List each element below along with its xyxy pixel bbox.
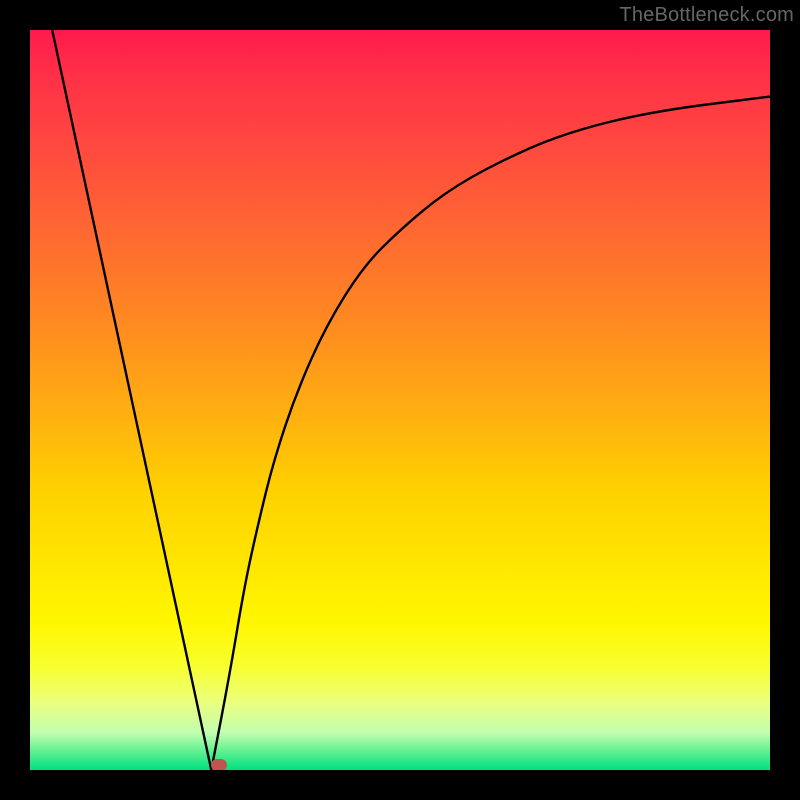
chart-container: TheBottleneck.com: [0, 0, 800, 800]
optimum-marker: [211, 759, 227, 770]
watermark-label: TheBottleneck.com: [619, 4, 794, 27]
curve-svg: [30, 30, 770, 770]
bottleneck-curve: [52, 30, 770, 770]
plot-area: [30, 30, 770, 770]
